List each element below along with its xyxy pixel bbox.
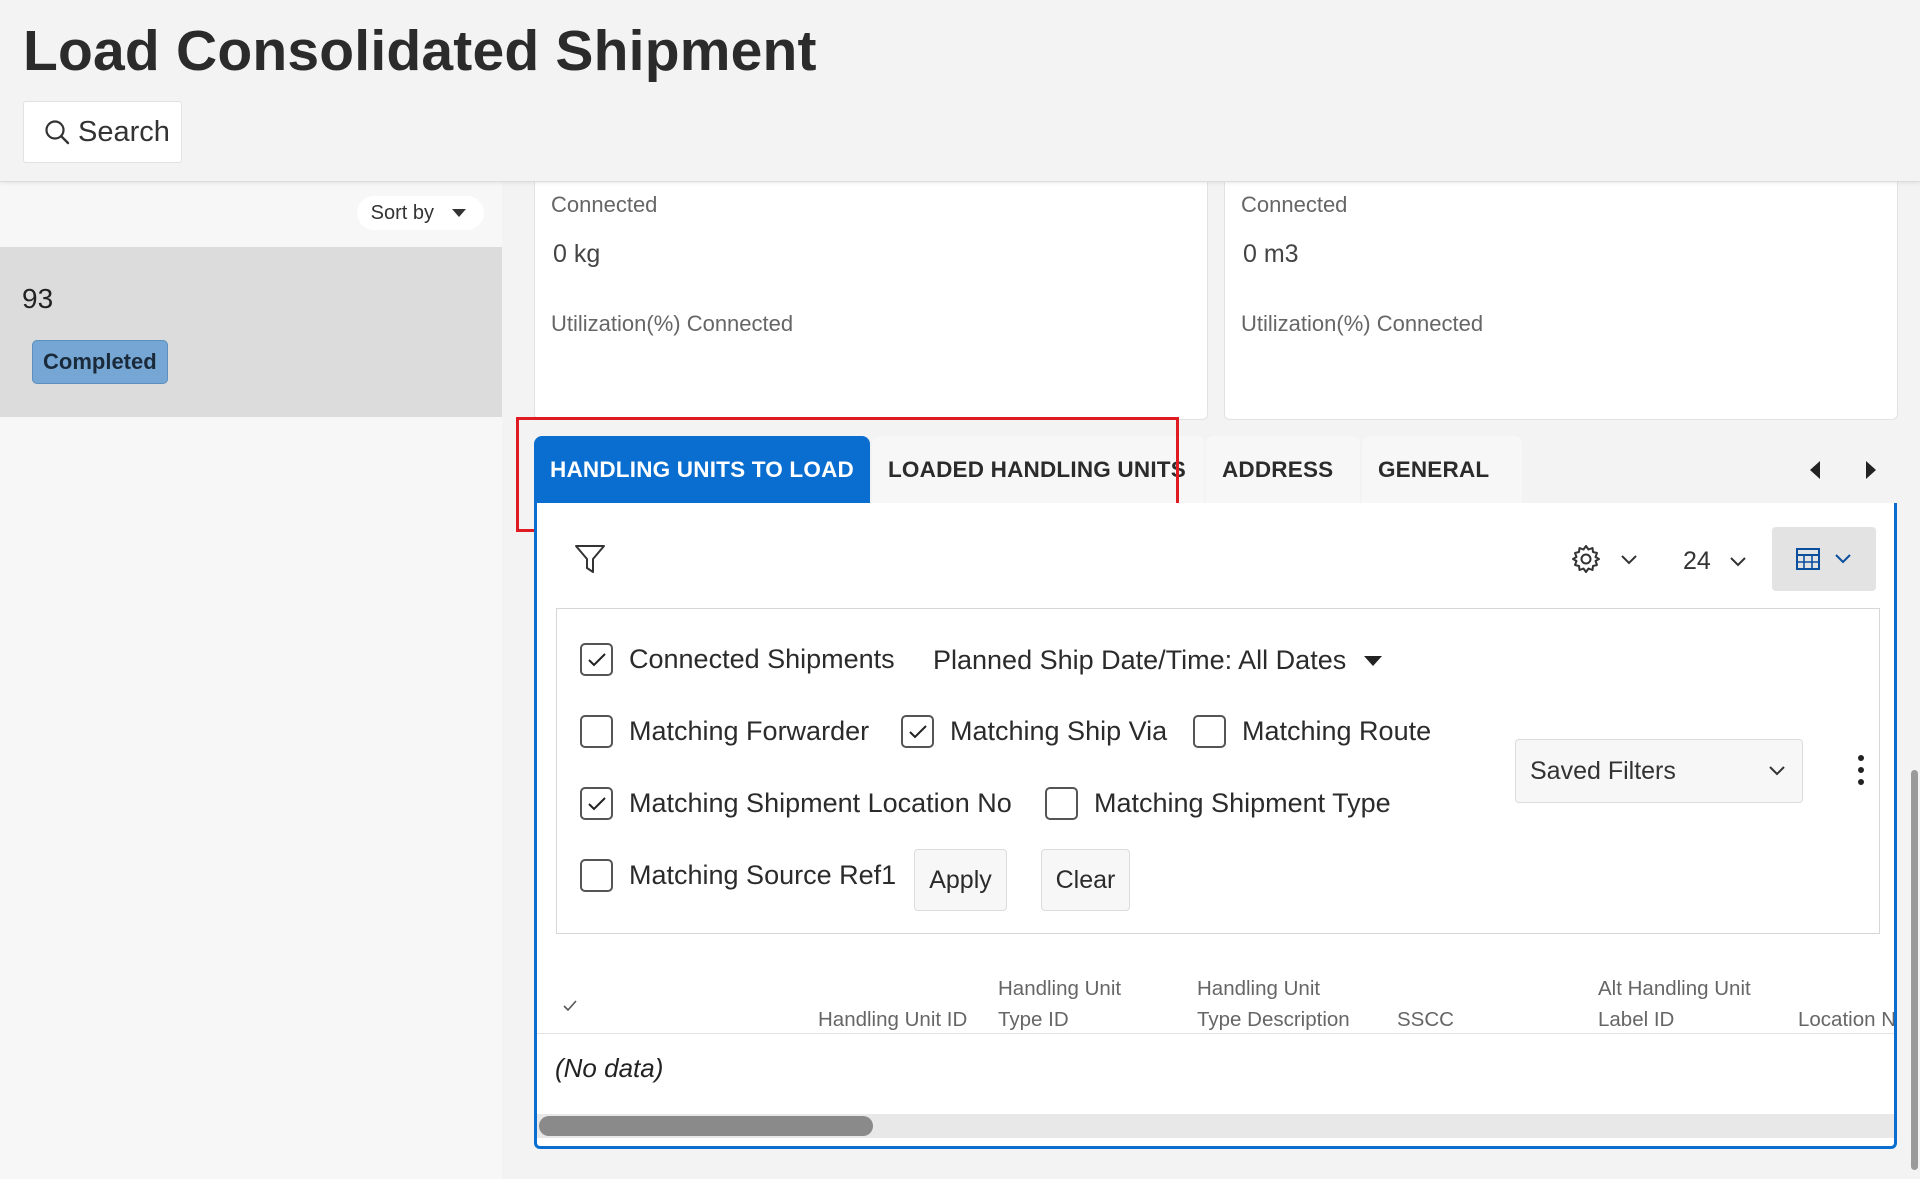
weight-card: Connected 0 kg Utilization(%) Connected <box>534 150 1208 420</box>
filter-icon[interactable] <box>574 543 606 575</box>
chevron-down-icon[interactable] <box>1620 554 1638 566</box>
filter-label: Matching Ship Via <box>950 716 1168 746</box>
filter-label: Connected Shipments <box>629 644 895 674</box>
filter-label: Matching Route <box>1242 716 1432 746</box>
volume-value: 0 m3 <box>1243 240 1299 268</box>
weight-connected-label: Connected <box>551 192 658 217</box>
caret-down-icon <box>452 209 466 217</box>
filter-label: Matching Forwarder <box>629 716 870 746</box>
search-icon <box>45 120 70 145</box>
caret-down-icon <box>1364 655 1383 666</box>
planned-ship-date-label: Planned Ship Date/Time: All Dates <box>933 645 1347 675</box>
saved-filters-label: Saved Filters <box>1530 756 1676 785</box>
tab-handling-units-to-load[interactable]: HANDLING UNITS TO LOAD <box>534 436 870 504</box>
column-header-location-no[interactable]: Location N <box>1798 973 1894 1035</box>
list-item-number: 93 <box>22 283 54 314</box>
page-header: Load Consolidated Shipment Search <box>0 0 1920 182</box>
weight-utilization-label: Utilization(%) Connected <box>551 311 794 336</box>
tab-scroll-right-icon[interactable] <box>1866 461 1876 479</box>
checkbox-matching-shipment-location-no[interactable] <box>580 787 613 820</box>
saved-filters-dropdown[interactable]: Saved Filters <box>1515 739 1803 803</box>
column-header-alt-handling-unit-label-id[interactable]: Alt Handling Unit Label ID <box>1598 973 1751 1035</box>
checkbox-matching-shipment-type[interactable] <box>1045 787 1078 820</box>
filter-matching-forwarder[interactable]: Matching Forwarder <box>580 715 869 748</box>
sidebar: Sort by 93 Completed <box>0 182 502 1179</box>
empty-table-message: (No data) <box>555 1053 664 1083</box>
column-header-sscc[interactable]: SSCC <box>1397 973 1454 1035</box>
tab-panel: 24 Connected Shipments Planned Ship Date… <box>534 503 1897 1149</box>
vertical-scrollbar[interactable] <box>1911 770 1918 1170</box>
horizontal-scrollbar[interactable] <box>537 1114 1894 1138</box>
search-button[interactable]: Search <box>23 101 182 163</box>
volume-utilization-label: Utilization(%) Connected <box>1241 311 1484 336</box>
checkbox-matching-ship-via[interactable] <box>901 715 934 748</box>
list-item[interactable]: 93 Completed <box>0 247 502 417</box>
check-icon <box>908 724 927 738</box>
sort-by-dropdown[interactable]: Sort by <box>356 196 484 230</box>
checkbox-matching-forwarder[interactable] <box>580 715 613 748</box>
checkbox-matching-source-ref1[interactable] <box>580 859 613 892</box>
filter-panel: Connected Shipments Planned Ship Date/Ti… <box>556 608 1880 934</box>
filter-matching-source-ref1[interactable]: Matching Source Ref1 <box>580 859 896 892</box>
filter-label: Matching Shipment Type <box>1094 788 1391 818</box>
tab-scroll-left-icon[interactable] <box>1810 461 1820 479</box>
tab-general[interactable]: GENERAL <box>1361 436 1522 504</box>
page-title: Load Consolidated Shipment <box>23 19 817 83</box>
filter-label: Matching Source Ref1 <box>629 860 897 890</box>
chevron-down-icon <box>1835 554 1851 564</box>
clear-button[interactable]: Clear <box>1041 849 1130 911</box>
gear-icon[interactable] <box>1570 543 1602 575</box>
chevron-down-icon <box>1730 556 1746 566</box>
search-label: Search <box>78 115 170 148</box>
volume-connected-label: Connected <box>1241 192 1348 217</box>
more-options-icon[interactable] <box>1858 755 1866 785</box>
filter-label: Matching Shipment Location No <box>629 788 1012 818</box>
column-header-handling-unit-type-description[interactable]: Handling Unit Type Description <box>1197 973 1350 1035</box>
tab-address[interactable]: ADDRESS <box>1205 436 1360 504</box>
apply-button[interactable]: Apply <box>914 849 1007 911</box>
tab-loaded-handling-units[interactable]: LOADED HANDLING UNITS <box>871 436 1204 504</box>
check-icon <box>587 652 606 666</box>
sort-by-label: Sort by <box>370 201 434 224</box>
checkbox-connected-shipments[interactable] <box>580 643 613 676</box>
check-icon <box>587 796 606 810</box>
filter-matching-ship-via[interactable]: Matching Ship Via <box>901 715 1167 748</box>
column-header-handling-unit-id[interactable]: Handling Unit ID <box>818 973 967 1035</box>
table-view-icon <box>1796 548 1820 570</box>
filter-matching-route[interactable]: Matching Route <box>1193 715 1431 748</box>
table-header-divider <box>537 1033 1894 1034</box>
view-mode-button[interactable] <box>1772 527 1876 591</box>
volume-card: Connected 0 m3 Utilization(%) Connected <box>1224 150 1898 420</box>
page-size-selector[interactable]: 24 <box>1683 547 1747 576</box>
page-size-value: 24 <box>1683 547 1711 575</box>
status-badge: Completed <box>32 340 168 384</box>
chevron-down-icon <box>1769 766 1785 776</box>
weight-value: 0 kg <box>553 240 601 268</box>
filter-connected-shipments[interactable]: Connected Shipments <box>580 643 895 676</box>
horizontal-scrollbar-thumb[interactable] <box>539 1116 873 1136</box>
filter-matching-shipment-type[interactable]: Matching Shipment Type <box>1045 787 1391 820</box>
filter-matching-shipment-location-no[interactable]: Matching Shipment Location No <box>580 787 1012 820</box>
planned-ship-date-dropdown[interactable]: Planned Ship Date/Time: All Dates <box>933 645 1383 676</box>
checkbox-matching-route[interactable] <box>1193 715 1226 748</box>
tab-bar: HANDLING UNITS TO LOAD LOADED HANDLING U… <box>534 436 1524 504</box>
column-header-handling-unit-type-id[interactable]: Handling Unit Type ID <box>998 973 1121 1035</box>
select-all-check-icon[interactable] <box>562 999 578 1013</box>
